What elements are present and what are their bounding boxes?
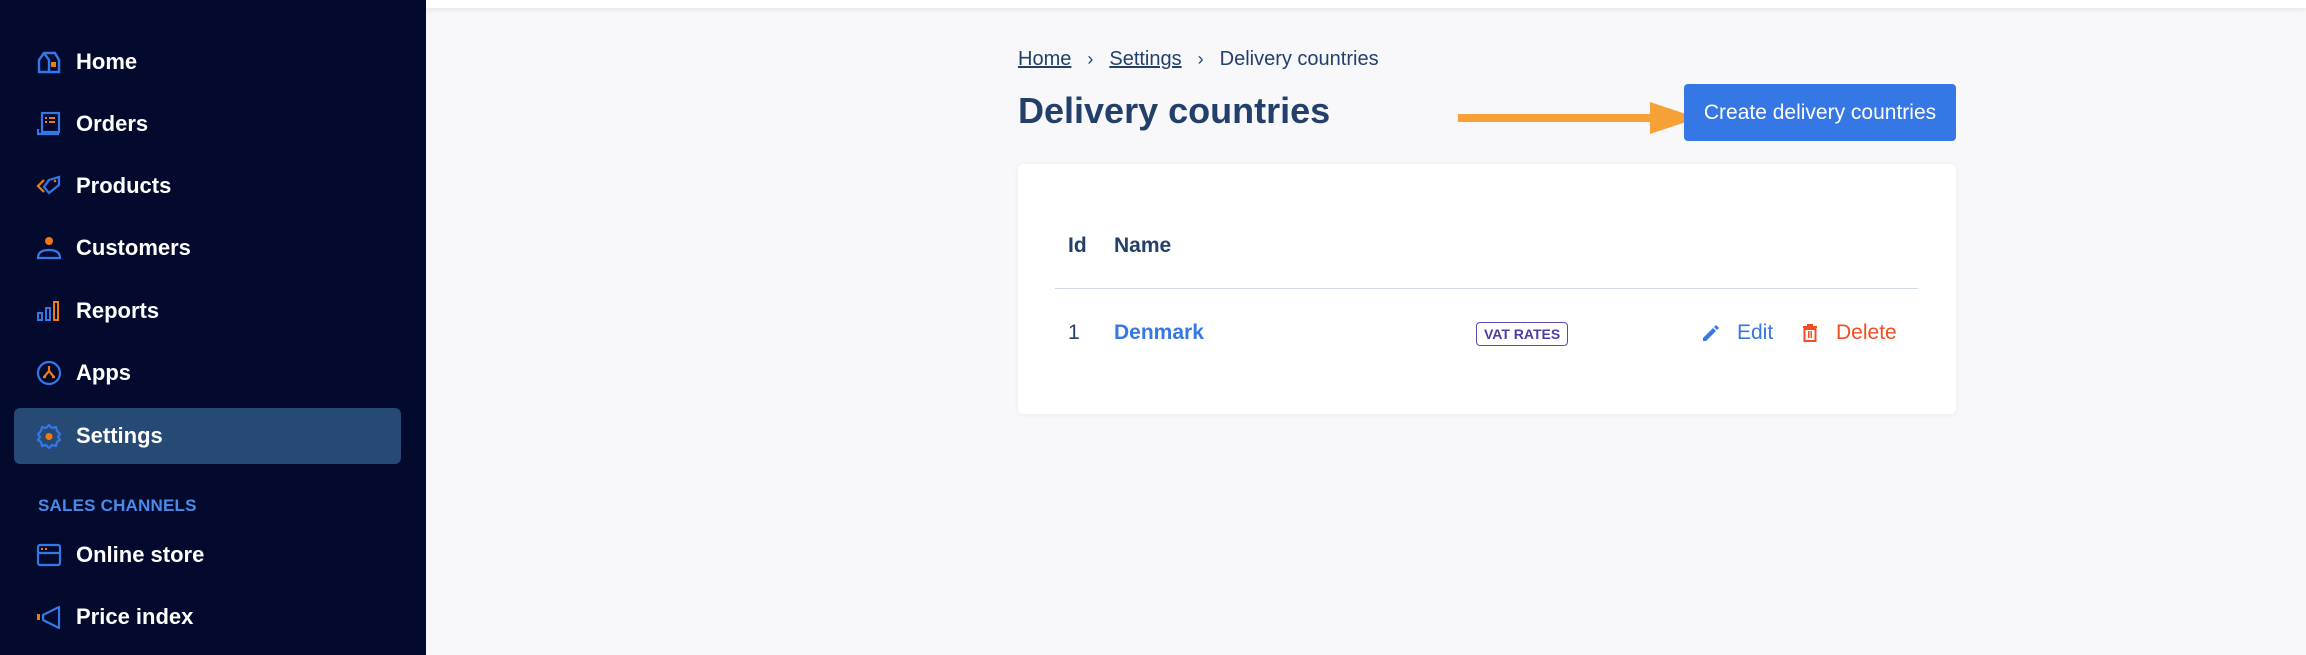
home-icon [36,49,62,75]
country-name-link[interactable]: Denmark [1114,321,1204,345]
sidebar-item-settings[interactable]: Settings [14,408,401,464]
chevron-right-icon: › [1087,49,1094,69]
sidebar-item-home[interactable]: Home [14,34,401,90]
sidebar-item-label: Price index [76,604,194,629]
breadcrumb-home-link[interactable]: Home [1018,48,1071,71]
vat-rates-badge[interactable]: VAT RATES [1476,322,1569,346]
sidebar-item-price-index[interactable]: Price index [14,589,401,645]
column-header-id: Id [1068,234,1087,257]
sidebar-item-label: Orders [76,111,149,136]
breadcrumb-settings-link[interactable]: Settings [1109,48,1181,71]
apps-icon [36,360,62,386]
orders-icon [36,111,62,137]
edit-button[interactable]: Edit [1701,321,1773,345]
sidebar-item-online-store[interactable]: Online store [14,527,401,583]
pencil-icon [1703,325,1719,341]
top-header-bar [426,0,2306,8]
sidebar-item-label: Online store [76,542,205,567]
tag-icon [36,173,62,199]
delete-button[interactable]: Delete [1800,321,1897,345]
breadcrumb-current: Delivery countries [1219,48,1379,70]
row-id: 1 [1068,321,1080,344]
gear-icon [36,423,62,449]
column-header-name: Name [1114,234,1172,257]
sidebar-item-label: Settings [76,423,163,448]
chevron-right-icon: › [1197,49,1204,69]
person-icon [36,235,62,261]
edit-label: Edit [1737,321,1774,344]
sidebar-item-label: Home [76,49,138,74]
header-divider [1055,288,1918,289]
sidebar-item-products[interactable]: Products [14,158,401,214]
annotation-arrow-icon [1458,102,1698,134]
sidebar-item-customers[interactable]: Customers [14,220,401,276]
sidebar-item-label: Apps [76,360,131,385]
sidebar: Home Orders Products Customers Reports A… [0,0,426,655]
page-title: Delivery countries [1018,90,1331,131]
delete-label: Delete [1836,321,1897,344]
bar-chart-icon [36,298,62,324]
trash-icon [1803,324,1817,342]
sidebar-item-reports[interactable]: Reports [14,283,401,339]
breadcrumb: Home › Settings › Delivery countries [1018,48,1379,71]
megaphone-icon [36,604,62,630]
create-delivery-countries-button[interactable]: Create delivery countries [1684,84,1956,141]
sidebar-item-orders[interactable]: Orders [14,96,401,152]
sidebar-item-label: Reports [76,298,160,323]
sidebar-item-label: Products [76,173,172,198]
sidebar-item-apps[interactable]: Apps [14,345,401,401]
delivery-countries-table: Id Name 1 Denmark VAT RATES Edit Delete [1018,164,1956,414]
sales-channels-heading: SALES CHANNELS [38,496,197,515]
store-icon [36,542,62,568]
sidebar-item-label: Customers [76,235,191,260]
